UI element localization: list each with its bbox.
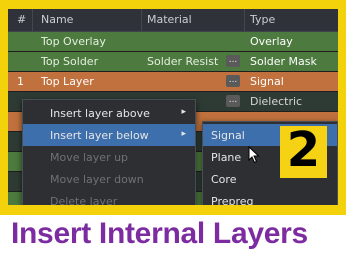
row-name: Top Overlay [41, 35, 106, 48]
menu-item-insert-above[interactable]: Insert layer above ▸ [23, 102, 195, 124]
frame-border [0, 0, 346, 9]
menu-item-insert-below[interactable]: Insert layer below ▸ [23, 124, 195, 146]
more-button[interactable]: ... [226, 55, 240, 67]
step-number: 2 [286, 122, 321, 178]
row-name: Top Solder [41, 55, 99, 68]
caption: Insert Internal Layers [0, 216, 346, 257]
frame-border [0, 0, 8, 215]
frame-border [338, 0, 346, 215]
caption-text: Insert Internal Layers [11, 217, 308, 250]
table-row[interactable]: 1 Top Layer ... Signal [8, 72, 338, 92]
row-type: Overlay [250, 35, 293, 48]
row-type: Signal [250, 75, 284, 88]
more-button[interactable]: ... [226, 95, 240, 107]
header-number: # [17, 13, 27, 26]
chevron-right-icon: ▸ [181, 129, 186, 139]
menu-item-move-down[interactable]: Move layer down [23, 168, 195, 190]
context-menu: Insert layer above ▸ Insert layer below … [22, 99, 196, 205]
frame-border [0, 205, 346, 215]
table-row[interactable]: Top Solder Solder Resist ... Solder Mask [8, 52, 338, 72]
screenshot-frame: # Name Material Type Top Overlay Overlay… [0, 0, 346, 257]
chevron-right-icon: ▸ [181, 107, 186, 117]
row-type: Solder Mask [250, 55, 317, 68]
step-badge: 2 [280, 122, 327, 178]
row-name: Top Layer [41, 75, 94, 88]
menu-item-move-up[interactable]: Move layer up [23, 146, 195, 168]
more-button[interactable]: ... [226, 75, 240, 87]
header-type: Type [250, 13, 276, 26]
row-number: 1 [17, 75, 24, 88]
header-name: Name [41, 13, 74, 26]
table-header: # Name Material Type [8, 9, 338, 32]
mouse-cursor-icon [248, 146, 260, 164]
submenu-item-prepreg[interactable]: Prepreg [203, 190, 337, 205]
header-material: Material [147, 13, 192, 26]
row-material: Solder Resist [147, 55, 219, 68]
menu-item-delete[interactable]: Delete layer [23, 190, 195, 205]
table-row[interactable]: Top Overlay Overlay [8, 32, 338, 52]
row-type: Dielectric [250, 95, 303, 108]
